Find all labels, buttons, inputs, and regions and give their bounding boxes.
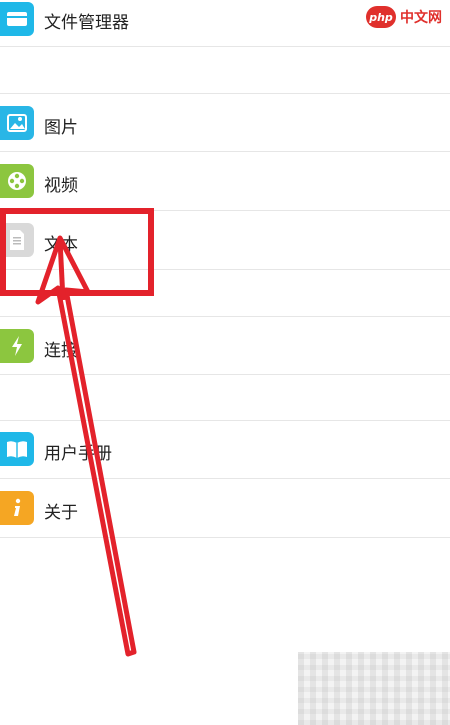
annotation-overlay bbox=[0, 208, 154, 657]
annotation-arrow-icon bbox=[35, 235, 137, 657]
blurred-watermark-region bbox=[298, 652, 450, 725]
highlight-box bbox=[0, 208, 154, 296]
